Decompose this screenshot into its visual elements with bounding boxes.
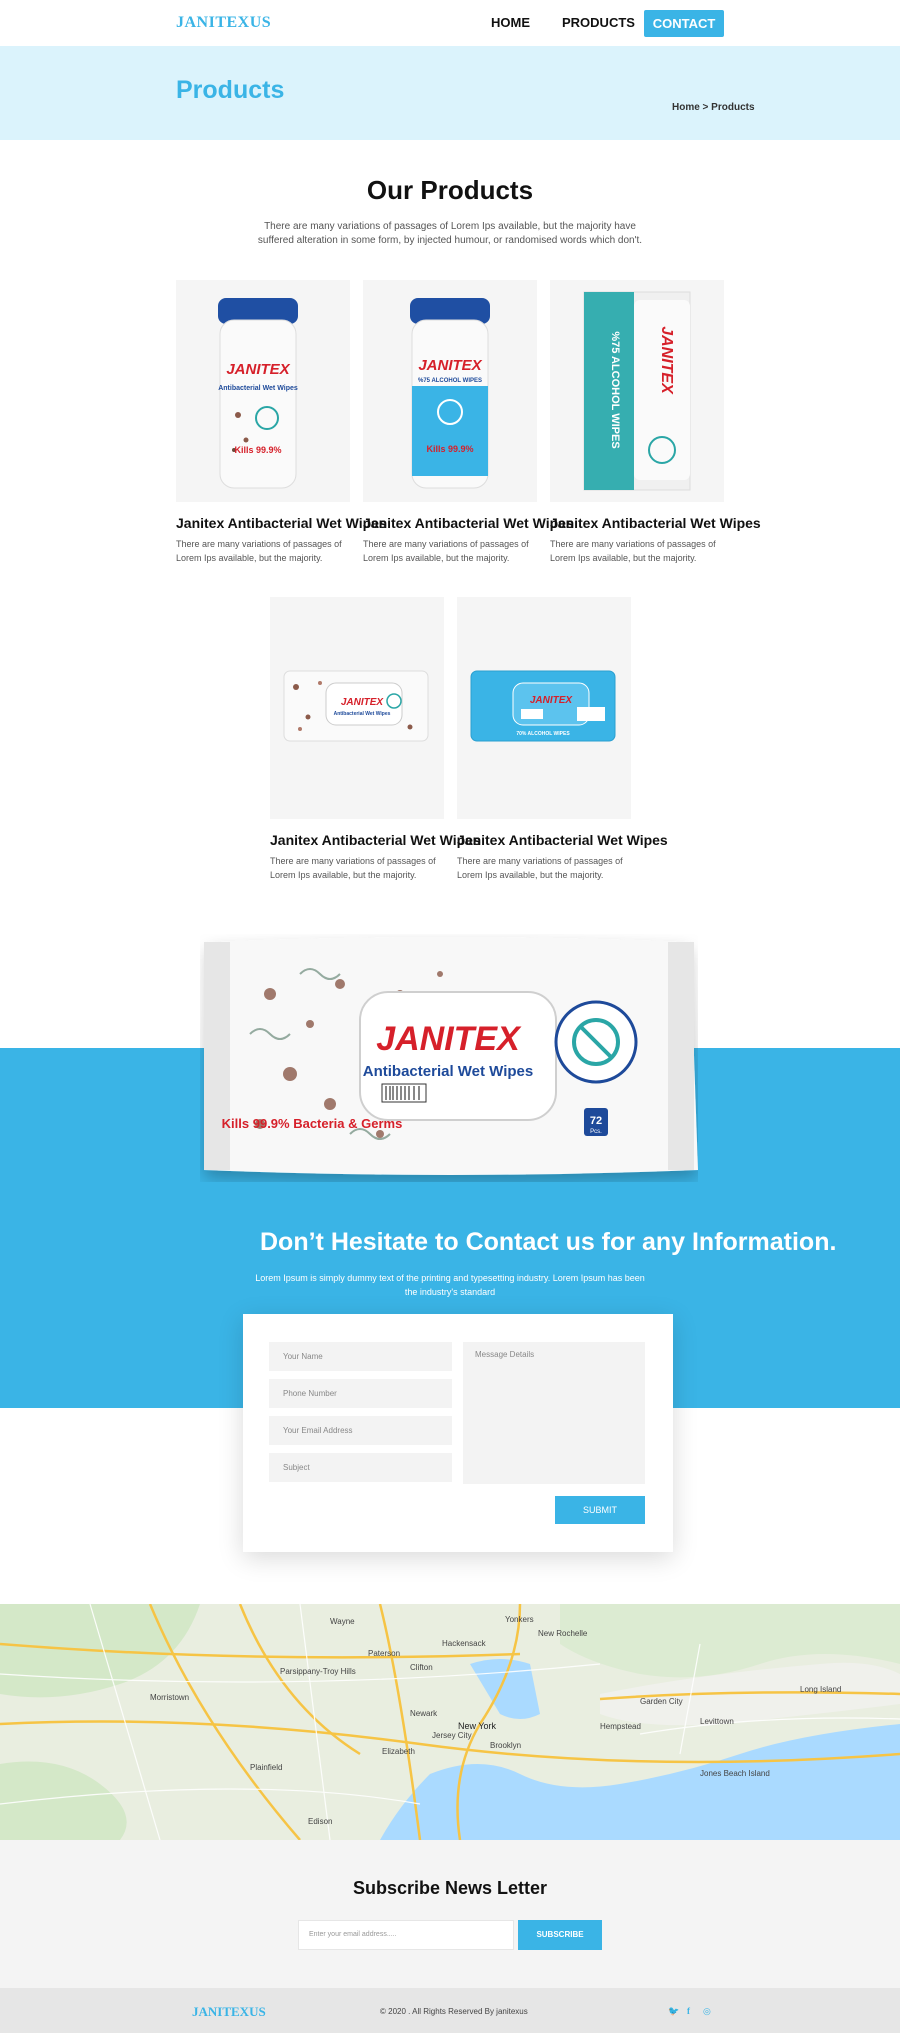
instagram-icon[interactable]: ◎ bbox=[703, 2006, 711, 2017]
subscribe-title: Subscribe News Letter bbox=[352, 1878, 548, 1898]
product-title[interactable]: Janitex Antibacterial Wet Wipes bbox=[176, 515, 387, 531]
svg-text:JANITEX: JANITEX bbox=[376, 1020, 522, 1058]
product-title[interactable]: Janitex Antibacterial Wet Wipes bbox=[270, 832, 481, 848]
contact-subtitle: Lorem Ipsum is simply dummy text of the … bbox=[255, 1273, 645, 1297]
product-description: There are many variations of passages of… bbox=[176, 539, 342, 563]
svg-text:Plainfield: Plainfield bbox=[250, 1763, 282, 1772]
sachet-wipes-image: %75 ALCOHOL WIPES JANITEX bbox=[583, 291, 691, 491]
svg-text:Yonkers: Yonkers bbox=[505, 1615, 534, 1624]
products-section-description: There are many variations of passages of… bbox=[257, 221, 643, 246]
product-description: There are many variations of passages of… bbox=[270, 856, 436, 880]
facebook-icon[interactable]: f bbox=[687, 2006, 690, 2016]
svg-text:Wayne: Wayne bbox=[330, 1617, 355, 1626]
subject-field[interactable]: Subject bbox=[269, 1453, 452, 1482]
product-image[interactable]: JANITEX Antibacterial Wet Wipes Kills 99… bbox=[176, 280, 350, 502]
product-image[interactable]: JANITEX 70% ALCOHOL WIPES bbox=[457, 597, 631, 819]
name-field[interactable]: Your Name bbox=[269, 1342, 452, 1371]
svg-text:Hempstead: Hempstead bbox=[600, 1722, 641, 1731]
svg-text:Long Island: Long Island bbox=[800, 1685, 841, 1694]
page-banner bbox=[0, 46, 900, 140]
products-section-title: Our Products bbox=[366, 175, 534, 205]
svg-text:New York: New York bbox=[458, 1721, 497, 1731]
svg-text:Morristown: Morristown bbox=[150, 1693, 189, 1702]
message-field[interactable]: Message Details bbox=[463, 1342, 645, 1484]
svg-text:Newark: Newark bbox=[410, 1709, 438, 1718]
site-logo[interactable]: JANITEXUS bbox=[176, 14, 271, 32]
nav-home-link[interactable]: HOME bbox=[491, 15, 530, 30]
breadcrumb[interactable]: Home > Products bbox=[672, 102, 755, 113]
svg-text:Jones Beach Island: Jones Beach Island bbox=[700, 1769, 770, 1778]
svg-text:Kills 99.9%: Kills 99.9% bbox=[234, 445, 281, 455]
svg-text:JANITEX: JANITEX bbox=[658, 326, 675, 395]
svg-text:%75 ALCOHOL WIPES: %75 ALCOHOL WIPES bbox=[609, 331, 621, 448]
svg-text:JANITEX: JANITEX bbox=[530, 695, 574, 706]
product-description: There are many variations of passages of… bbox=[550, 539, 716, 563]
copyright-text: © 2020 . All Rights Reserved By janitexu… bbox=[380, 2007, 528, 2016]
subscribe-button[interactable]: SUBSCRIBE bbox=[518, 1920, 602, 1950]
svg-text:Elizabeth: Elizabeth bbox=[382, 1747, 415, 1756]
page-title: Products bbox=[176, 76, 285, 104]
svg-text:Paterson: Paterson bbox=[368, 1649, 400, 1658]
product-title[interactable]: Janitex Antibacterial Wet Wipes bbox=[363, 515, 574, 531]
contact-form: Your Name Phone Number Your Email Addres… bbox=[243, 1314, 673, 1552]
svg-text:Antibacterial Wet Wipes: Antibacterial Wet Wipes bbox=[334, 711, 391, 717]
product-image[interactable]: JANITEX %75 ALCOHOL WIPES Kills 99.9% bbox=[363, 280, 537, 502]
svg-text:Levittown: Levittown bbox=[700, 1717, 734, 1726]
subscribe-email-input[interactable]: Enter your email address..... bbox=[298, 1920, 514, 1950]
footer-logo[interactable]: JANITEXUS bbox=[192, 2004, 266, 2020]
svg-text:Antibacterial Wet Wipes: Antibacterial Wet Wipes bbox=[363, 1063, 533, 1080]
nav-products-link[interactable]: PRODUCTS bbox=[562, 15, 635, 30]
svg-text:New Rochelle: New Rochelle bbox=[538, 1629, 588, 1638]
product-title[interactable]: Janitex Antibacterial Wet Wipes bbox=[457, 832, 668, 848]
phone-field[interactable]: Phone Number bbox=[269, 1379, 452, 1408]
product-title[interactable]: Janitex Antibacterial Wet Wipes bbox=[550, 515, 761, 531]
svg-text:Kills 99.9% Bacteria & Germs: Kills 99.9% Bacteria & Germs bbox=[222, 1116, 403, 1131]
canister-alcohol-wipes-image: JANITEX %75 ALCOHOL WIPES Kills 99.9% bbox=[410, 298, 490, 489]
contact-title: Don’t Hesitate to Contact us for any Inf… bbox=[260, 1228, 837, 1256]
svg-text:JANITEX: JANITEX bbox=[418, 357, 482, 374]
product-image[interactable]: %75 ALCOHOL WIPES JANITEX bbox=[550, 280, 724, 502]
svg-text:Garden City: Garden City bbox=[640, 1697, 683, 1706]
svg-text:70% ALCOHOL WIPES: 70% ALCOHOL WIPES bbox=[516, 731, 570, 737]
subscribe-section bbox=[0, 1840, 900, 1988]
svg-text:Antibacterial Wet Wipes: Antibacterial Wet Wipes bbox=[218, 385, 298, 392]
hero-wipes-pack-image: JANITEX Antibacterial Wet Wipes Kills 99… bbox=[200, 934, 698, 1182]
product-description: There are many variations of passages of… bbox=[363, 539, 529, 563]
svg-text:Hackensack: Hackensack bbox=[442, 1639, 487, 1648]
svg-text:JANITEX: JANITEX bbox=[226, 361, 290, 378]
svg-text:Clifton: Clifton bbox=[410, 1663, 433, 1672]
location-map[interactable]: Yonkers New Rochelle Paterson Clifton Ha… bbox=[0, 1603, 900, 1841]
product-description: There are many variations of passages of… bbox=[457, 856, 623, 880]
svg-text:Edison: Edison bbox=[308, 1817, 332, 1826]
wet-wipes-pack-image: JANITEX Antibacterial Wet Wipes bbox=[283, 670, 429, 742]
svg-text:Pcs.: Pcs. bbox=[590, 1129, 602, 1135]
svg-text:Parsippany-Troy Hills: Parsippany-Troy Hills bbox=[280, 1667, 356, 1676]
nav-contact-button[interactable]: CONTACT bbox=[644, 10, 724, 37]
submit-button[interactable]: SUBMIT bbox=[555, 1496, 645, 1524]
svg-text:Kills 99.9%: Kills 99.9% bbox=[426, 444, 473, 454]
svg-text:%75 ALCOHOL WIPES: %75 ALCOHOL WIPES bbox=[418, 378, 482, 384]
site-header bbox=[0, 0, 900, 46]
email-field[interactable]: Your Email Address bbox=[269, 1416, 452, 1445]
twitter-icon[interactable]: 🐦 bbox=[668, 2006, 679, 2017]
canister-wipes-image: JANITEX Antibacterial Wet Wipes Kills 99… bbox=[218, 298, 298, 489]
svg-text:72: 72 bbox=[590, 1115, 602, 1127]
svg-text:Jersey City: Jersey City bbox=[432, 1731, 472, 1740]
product-image[interactable]: JANITEX Antibacterial Wet Wipes bbox=[270, 597, 444, 819]
svg-text:JANITEX: JANITEX bbox=[341, 697, 385, 708]
svg-text:Brooklyn: Brooklyn bbox=[490, 1741, 521, 1750]
alcohol-wipes-pack-image: JANITEX 70% ALCOHOL WIPES bbox=[470, 670, 616, 742]
